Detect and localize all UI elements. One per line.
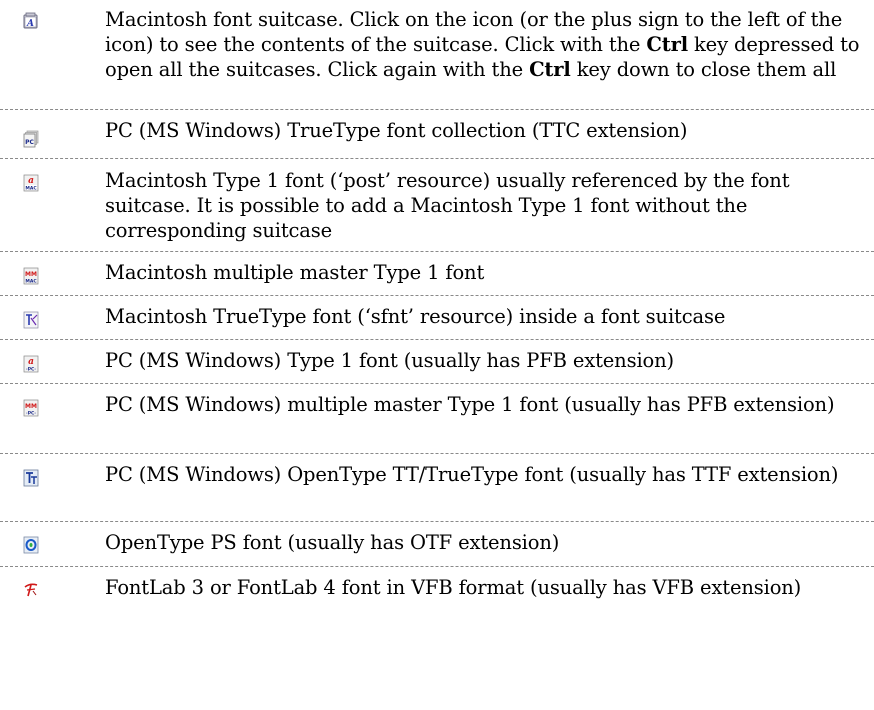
legend-row: A Macintosh font suitcase. Click on the …: [0, 0, 874, 110]
svg-text:a: a: [28, 176, 34, 186]
legend-description: PC (MS Windows) Type 1 font (usually has…: [105, 349, 674, 372]
mac-type1-font-icon: a MAC: [22, 174, 40, 192]
svg-text:MM: MM: [25, 271, 37, 278]
svg-text:·PC·: ·PC·: [26, 411, 36, 417]
mac-multiple-master-icon: MM MAC: [22, 267, 40, 285]
svg-text:MM: MM: [25, 403, 37, 410]
pc-type1-font-icon: a ·PC·: [22, 355, 40, 373]
svg-text:MAC: MAC: [25, 186, 37, 192]
legend-row: Macintosh TrueType font (‘sfnt’ resource…: [0, 296, 874, 340]
svg-text:·PC·: ·PC·: [26, 367, 36, 373]
svg-text:a: a: [28, 357, 34, 367]
mac-truetype-font-icon: [22, 311, 40, 329]
fontlab-vfb-icon: [22, 581, 40, 599]
legend-row: MM ·PC· PC (MS Windows) multiple master …: [0, 384, 874, 454]
legend-description: Macintosh multiple master Type 1 font: [105, 261, 485, 284]
mac-font-suitcase-icon: A: [22, 12, 40, 30]
legend-row: FontLab 3 or FontLab 4 font in VFB forma…: [0, 567, 874, 617]
legend-description: Macintosh font suitcase. Click on the ic…: [105, 8, 860, 81]
legend-row: MM MAC Macintosh multiple master Type 1 …: [0, 252, 874, 296]
ctrl-key-label: Ctrl: [529, 58, 571, 81]
pc-multiple-master-icon: MM ·PC·: [22, 399, 40, 417]
svg-text:PC: PC: [25, 139, 34, 146]
legend-description: PC (MS Windows) TrueType font collection…: [105, 119, 688, 142]
legend-description: PC (MS Windows) OpenType TT/TrueType fon…: [105, 463, 839, 486]
svg-text:MAC: MAC: [25, 279, 37, 285]
legend-description: PC (MS Windows) multiple master Type 1 f…: [105, 393, 835, 416]
legend-row: OpenType PS font (usually has OTF extens…: [0, 522, 874, 567]
legend-description: FontLab 3 or FontLab 4 font in VFB forma…: [105, 576, 802, 599]
legend-description: Macintosh Type 1 font (‘post’ resource) …: [105, 169, 790, 242]
legend-description: OpenType PS font (usually has OTF extens…: [105, 531, 560, 554]
legend-row: a MAC Macintosh Type 1 font (‘post’ reso…: [0, 159, 874, 252]
svg-text:A: A: [26, 19, 34, 29]
pc-opentype-tt-icon: [22, 469, 40, 487]
legend-row: PC PC (MS Windows) TrueType font collect…: [0, 110, 874, 159]
opentype-ps-icon: [22, 536, 40, 554]
ctrl-key-label: Ctrl: [646, 33, 688, 56]
legend-description: Macintosh TrueType font (‘sfnt’ resource…: [105, 305, 726, 328]
pc-ttc-collection-icon: PC: [22, 130, 40, 148]
legend-row: PC (MS Windows) OpenType TT/TrueType fon…: [0, 454, 874, 522]
legend-row: a ·PC· PC (MS Windows) Type 1 font (usua…: [0, 340, 874, 384]
